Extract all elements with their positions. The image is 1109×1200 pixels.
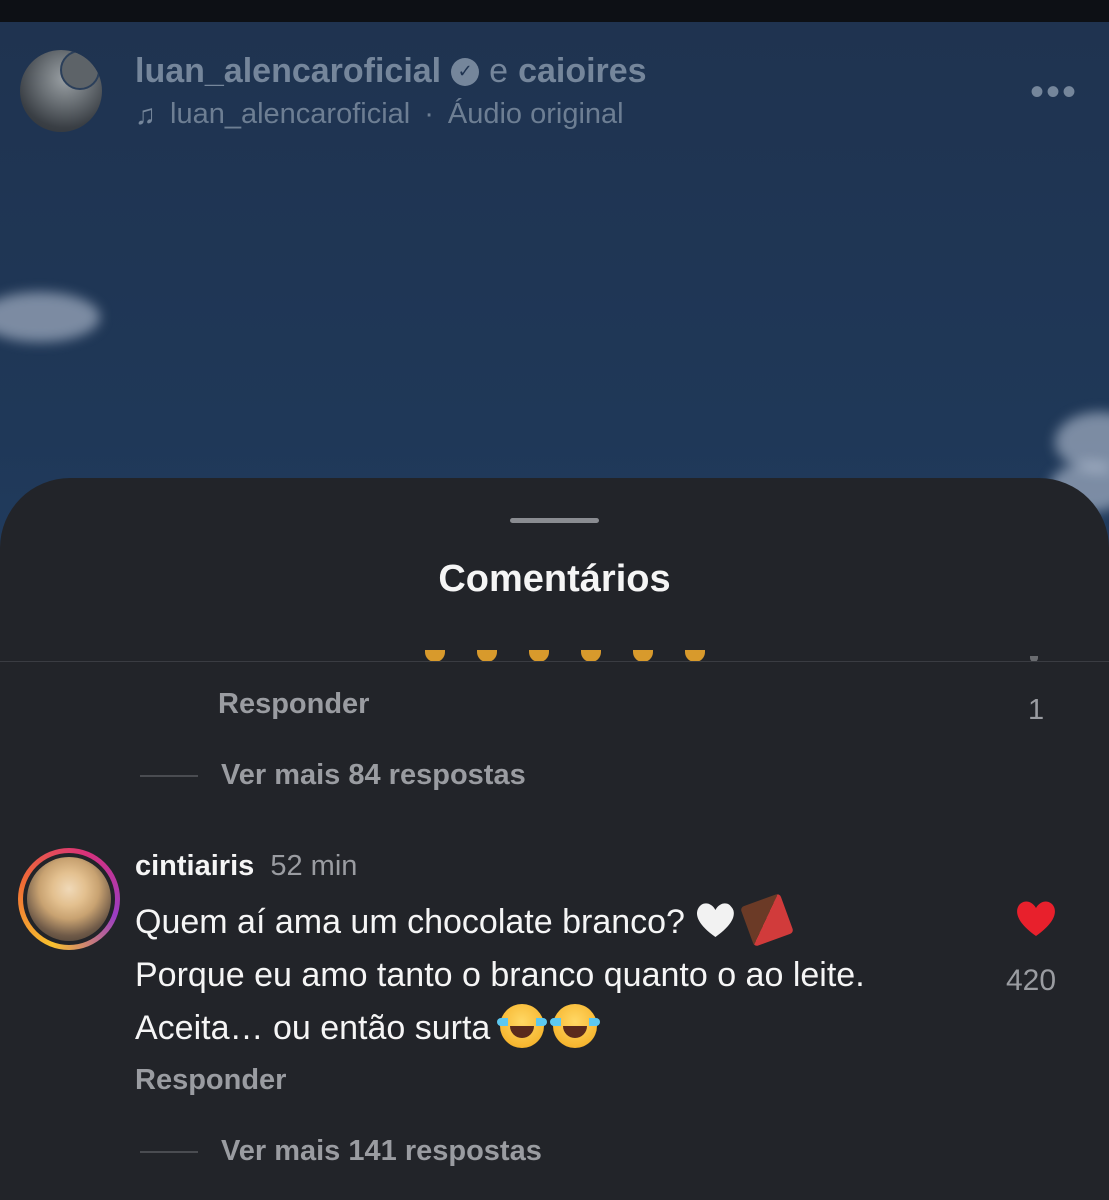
like-heart-icon[interactable] (1015, 898, 1057, 938)
sheet-divider (0, 661, 1109, 662)
comment-like-count: 420 (1006, 964, 1057, 997)
comments-sheet: Comentários Responder 1 Ver mais 84 resp… (0, 478, 1109, 1200)
authors-conjunction: e (489, 52, 509, 90)
commenter-username[interactable]: cintiairis (135, 850, 254, 882)
comment-text: Quem aí ama um chocolate branco? Porque … (135, 893, 865, 1055)
audio-info[interactable]: ♫ luan_alencaroficial · Áudio original (135, 98, 624, 131)
audio-label: Áudio original (447, 98, 624, 130)
author-avatar[interactable] (20, 50, 102, 132)
verified-badge-icon: ✓ (451, 57, 480, 86)
white-heart-icon (694, 899, 736, 941)
status-bar (0, 0, 1109, 22)
music-note-icon: ♫ (135, 98, 156, 130)
comment-line-1: Quem aí ama um chocolate branco? (135, 893, 865, 949)
commenter-avatar-story-ring[interactable] (18, 848, 120, 950)
view-more-replies-button[interactable]: Ver mais 84 respostas (221, 759, 526, 792)
collaborator-avatar[interactable] (60, 50, 100, 90)
chocolate-bar-icon (739, 893, 794, 947)
sheet-grabber-handle[interactable] (510, 518, 599, 523)
replies-line (140, 775, 198, 777)
comment-replies-line (140, 1151, 198, 1153)
audio-separator: · (424, 98, 434, 130)
comment-header: cintiairis 52 min (135, 850, 357, 883)
commenter-avatar[interactable] (27, 857, 111, 941)
comment-line-1-text: Quem aí ama um chocolate branco? (135, 903, 685, 941)
comment-view-more-replies-button[interactable]: Ver mais 141 respostas (221, 1135, 542, 1168)
laughing-tears-icon (550, 1004, 601, 1049)
reply-button[interactable]: Responder (218, 688, 369, 721)
video-authors: luan_alencaroficial ✓ e caioires (135, 52, 647, 91)
more-options-icon[interactable]: ••• (1030, 70, 1078, 115)
comment-line-3: Aceita… ou então surta (135, 1002, 865, 1055)
comment-line-2: Porque eu amo tanto o branco quanto o ao… (135, 956, 865, 994)
like-count: 1 (1028, 694, 1045, 726)
laughing-tears-icon (496, 1004, 547, 1049)
sheet-title: Comentários (438, 558, 671, 600)
comment-reply-button[interactable]: Responder (135, 1064, 286, 1097)
cloud-left (0, 292, 100, 342)
comment-time: 52 min (270, 850, 358, 882)
audio-author: luan_alencaroficial (170, 98, 411, 130)
comment-line-3-text: Aceita… ou então surta (135, 1009, 491, 1047)
collaborator-name[interactable]: caioires (518, 52, 647, 91)
author-name[interactable]: luan_alencaroficial (135, 52, 441, 91)
